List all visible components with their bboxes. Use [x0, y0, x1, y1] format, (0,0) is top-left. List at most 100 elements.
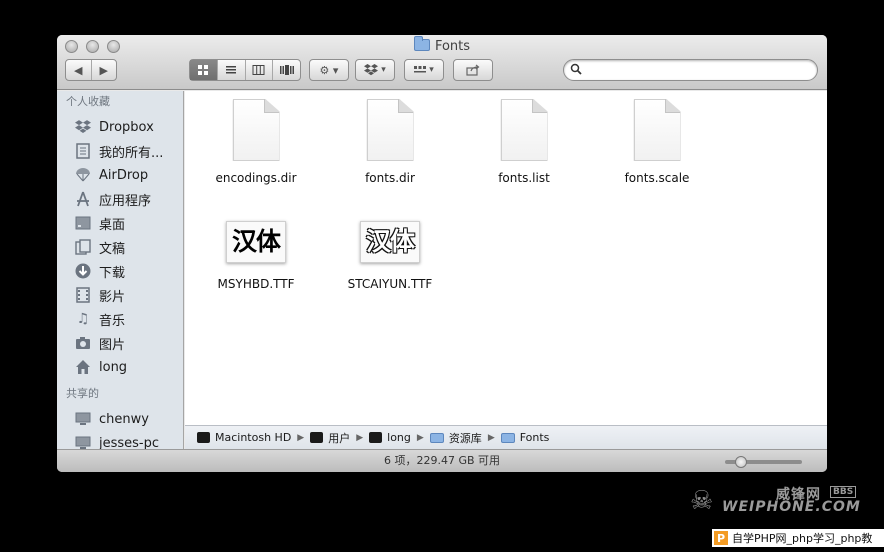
sidebar-item-documents[interactable]: 文稿: [57, 235, 183, 259]
sidebar-item-label: 桌面: [99, 217, 126, 233]
sidebar-item-label: AirDrop: [99, 167, 149, 183]
file-item-stcaiyun-ttf[interactable]: 汉体 STCAIYUN.TTF: [325, 221, 455, 291]
coverflow-view-icon: [279, 65, 294, 75]
sidebar-item-movies[interactable]: 影片: [57, 283, 183, 307]
status-text: 6 项，229.47 GB 可用: [383, 454, 501, 467]
back-forward-control: ◀ ▶: [65, 59, 117, 81]
file-name: fonts.scale: [624, 171, 690, 185]
sidebar: 个人收藏 Dropbox 我的所有... AirDrop 应用程序 桌面 文稿 …: [57, 91, 184, 449]
view-mode-control: [189, 59, 301, 81]
computer-icon: [74, 411, 92, 427]
list-view-icon: [226, 66, 237, 74]
file-item-fonts-scale[interactable]: fonts.scale: [592, 99, 722, 185]
file-item-msyhbd-ttf[interactable]: 汉体 MSYHBD.TTF: [191, 221, 321, 291]
file-name: fonts.list: [498, 171, 550, 185]
file-name: MSYHBD.TTF: [217, 277, 295, 291]
file-item-fonts-dir[interactable]: fonts.dir: [325, 99, 455, 185]
sidebar-item-label: long: [99, 359, 128, 375]
skull-logo-icon: ☠: [690, 486, 714, 516]
sidebar-item-label: 图片: [99, 337, 126, 353]
document-icon: [232, 99, 280, 161]
sidebar-item-label: 影片: [99, 289, 126, 305]
file-name: fonts.dir: [365, 171, 415, 185]
file-item-fonts-list[interactable]: fonts.list: [459, 99, 589, 185]
movies-icon: [74, 287, 92, 303]
sidebar-item-dropbox[interactable]: Dropbox: [57, 115, 183, 139]
forward-button[interactable]: ▶: [90, 60, 117, 80]
path-item-long[interactable]: long: [369, 431, 411, 444]
sidebar-item-applications[interactable]: 应用程序: [57, 187, 183, 211]
file-name: STCAIYUN.TTF: [347, 277, 433, 291]
dropbox-menu-button[interactable]: ▾: [355, 59, 395, 81]
icon-view-button[interactable]: [190, 60, 217, 80]
search-icon: [570, 63, 582, 78]
sidebar-item-label: jesses-pc: [99, 435, 160, 450]
sidebar-item-music[interactable]: ♫ 音乐: [57, 307, 183, 331]
dropbox-icon: [74, 119, 92, 135]
path-item-macintosh-hd[interactable]: Macintosh HD: [197, 431, 291, 444]
sidebar-item-label: 文稿: [99, 241, 126, 257]
all-files-icon: [74, 143, 92, 159]
sidebar-item-label: chenwy: [99, 411, 149, 427]
home-icon: [74, 359, 92, 375]
folder-icon: [500, 432, 515, 443]
sidebar-item-label: 音乐: [99, 313, 126, 329]
path-item-users[interactable]: 用户: [310, 430, 350, 446]
sidebar-item-all-files[interactable]: 我的所有...: [57, 139, 183, 163]
search-field[interactable]: [563, 59, 818, 81]
documents-icon: [74, 239, 92, 255]
music-icon: ♫: [76, 311, 90, 327]
slider-knob[interactable]: [735, 456, 747, 468]
font-preview-icon: 汉体: [360, 221, 420, 263]
file-name: encodings.dir: [215, 171, 297, 185]
users-folder-icon: [310, 432, 324, 443]
airdrop-icon: [74, 167, 92, 183]
home-folder-icon: [369, 432, 383, 443]
column-view-icon: [252, 65, 265, 75]
arrange-menu-button[interactable]: ▾: [404, 59, 444, 81]
sidebar-item-jesses-pc[interactable]: jesses-pc: [57, 431, 183, 449]
applications-icon: [74, 191, 92, 207]
disk-icon: [197, 432, 210, 443]
path-bar: Macintosh HD ▶ 用户 ▶ long ▶ 资源库 ▶ Fonts: [185, 425, 827, 449]
file-item-encodings-dir[interactable]: encodings.dir: [191, 99, 321, 185]
sidebar-item-desktop[interactable]: 桌面: [57, 211, 183, 235]
sidebar-item-airdrop[interactable]: AirDrop: [57, 163, 183, 187]
arrange-icon: [414, 66, 427, 73]
sidebar-item-label: 下载: [99, 265, 126, 281]
computer-icon: [74, 435, 92, 449]
share-icon: [466, 64, 480, 76]
php-watermark: P 自学PHP网_php学习_php教: [712, 529, 884, 547]
coverflow-view-button[interactable]: [272, 60, 300, 80]
sidebar-item-downloads[interactable]: 下载: [57, 259, 183, 283]
path-separator-icon: ▶: [297, 432, 305, 443]
favorites-header: 个人收藏: [66, 95, 110, 108]
path-separator-icon: ▶: [416, 432, 424, 443]
sidebar-item-label: 应用程序: [99, 193, 152, 209]
action-menu-button[interactable]: ⚙ ▾: [309, 59, 349, 81]
icon-size-slider[interactable]: [725, 456, 802, 468]
title-bar: Fonts ◀ ▶ ⚙ ▾ ▾ ▾: [57, 35, 827, 90]
php-logo-icon: P: [714, 531, 728, 545]
sidebar-item-chenwy[interactable]: chenwy: [57, 407, 183, 431]
sidebar-item-long[interactable]: long: [57, 355, 183, 379]
shared-header: 共享的: [66, 387, 99, 400]
gear-icon: ⚙ ▾: [319, 63, 339, 77]
icon-view-icon: [198, 65, 209, 75]
finder-window: Fonts ◀ ▶ ⚙ ▾ ▾ ▾ 个人收藏 Dropbox 我的所有... A…: [57, 35, 827, 472]
path-item-fonts[interactable]: Fonts: [500, 431, 549, 444]
status-bar: 6 项，229.47 GB 可用: [57, 449, 827, 472]
path-item-library[interactable]: 资源库: [429, 430, 482, 446]
column-view-button[interactable]: [244, 60, 273, 80]
folder-icon: [413, 36, 430, 51]
document-icon: [366, 99, 414, 161]
share-button[interactable]: [453, 59, 493, 81]
sidebar-item-pictures[interactable]: 图片: [57, 331, 183, 355]
list-view-button[interactable]: [216, 60, 245, 80]
window-title: Fonts: [57, 36, 827, 54]
desktop-icon: [74, 215, 92, 231]
dropbox-icon: [364, 64, 379, 76]
downloads-icon: [74, 263, 92, 279]
back-button[interactable]: ◀: [66, 60, 91, 80]
folder-icon: [429, 432, 444, 443]
